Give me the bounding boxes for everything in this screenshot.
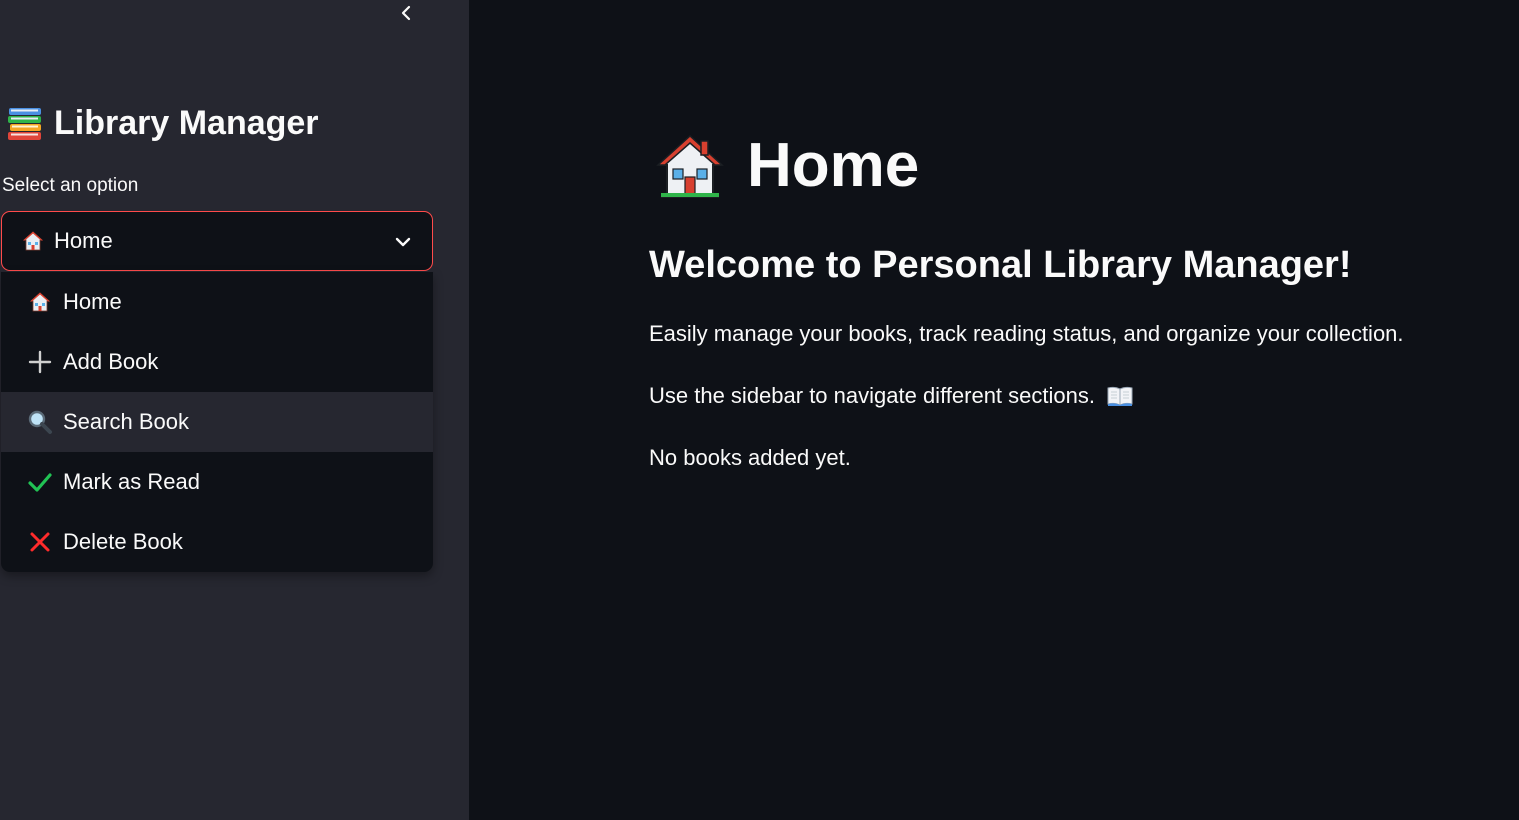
option-home[interactable]: Home bbox=[1, 272, 433, 332]
option-label: Mark as Read bbox=[63, 469, 200, 494]
dropdown-menu: Home Add Book Search Book Mark as Read D… bbox=[1, 272, 433, 572]
magnifier-icon bbox=[27, 409, 53, 435]
option-add-book[interactable]: Add Book bbox=[1, 332, 433, 392]
main-content: Home Welcome to Personal Library Manager… bbox=[469, 0, 1519, 820]
collapse-sidebar-button[interactable] bbox=[393, 0, 419, 26]
navigation-hint: Use the sidebar to navigate different se… bbox=[649, 383, 1133, 409]
selected-value: Home bbox=[54, 228, 113, 253]
check-icon bbox=[27, 469, 53, 495]
house-icon bbox=[27, 289, 53, 315]
option-label: Add Book bbox=[63, 349, 159, 374]
option-delete-book[interactable]: Delete Book bbox=[1, 512, 433, 572]
option-mark-as-read[interactable]: Mark as Read bbox=[1, 452, 433, 512]
house-icon bbox=[22, 231, 44, 251]
option-search-book[interactable]: Search Book bbox=[1, 392, 433, 452]
sidebar-title-text: Library Manager bbox=[54, 104, 319, 142]
option-label: Delete Book bbox=[63, 529, 183, 554]
cross-icon bbox=[27, 529, 53, 555]
intro-paragraph: Easily manage your books, track reading … bbox=[649, 321, 1404, 346]
chevron-down-icon bbox=[395, 237, 411, 247]
option-label: Search Book bbox=[63, 409, 189, 434]
page-title: Home bbox=[655, 130, 919, 201]
select-label: Select an option bbox=[2, 175, 139, 196]
navigation-hint-text: Use the sidebar to navigate different se… bbox=[649, 383, 1095, 408]
navigation-select[interactable]: Home bbox=[1, 211, 433, 271]
books-icon bbox=[8, 107, 41, 140]
option-label: Home bbox=[63, 289, 122, 314]
page-title-text: Home bbox=[747, 131, 920, 200]
app-root: Library Manager Select an option Home Ho… bbox=[0, 0, 1519, 820]
plus-icon bbox=[27, 349, 53, 375]
welcome-heading: Welcome to Personal Library Manager! bbox=[649, 244, 1352, 286]
empty-library-status: No books added yet. bbox=[649, 445, 851, 470]
chevron-left-icon bbox=[401, 5, 411, 21]
open-book-icon bbox=[1107, 386, 1133, 406]
sidebar: Library Manager Select an option Home Ho… bbox=[0, 0, 469, 820]
sidebar-title: Library Manager bbox=[6, 104, 319, 143]
house-icon bbox=[656, 134, 724, 198]
